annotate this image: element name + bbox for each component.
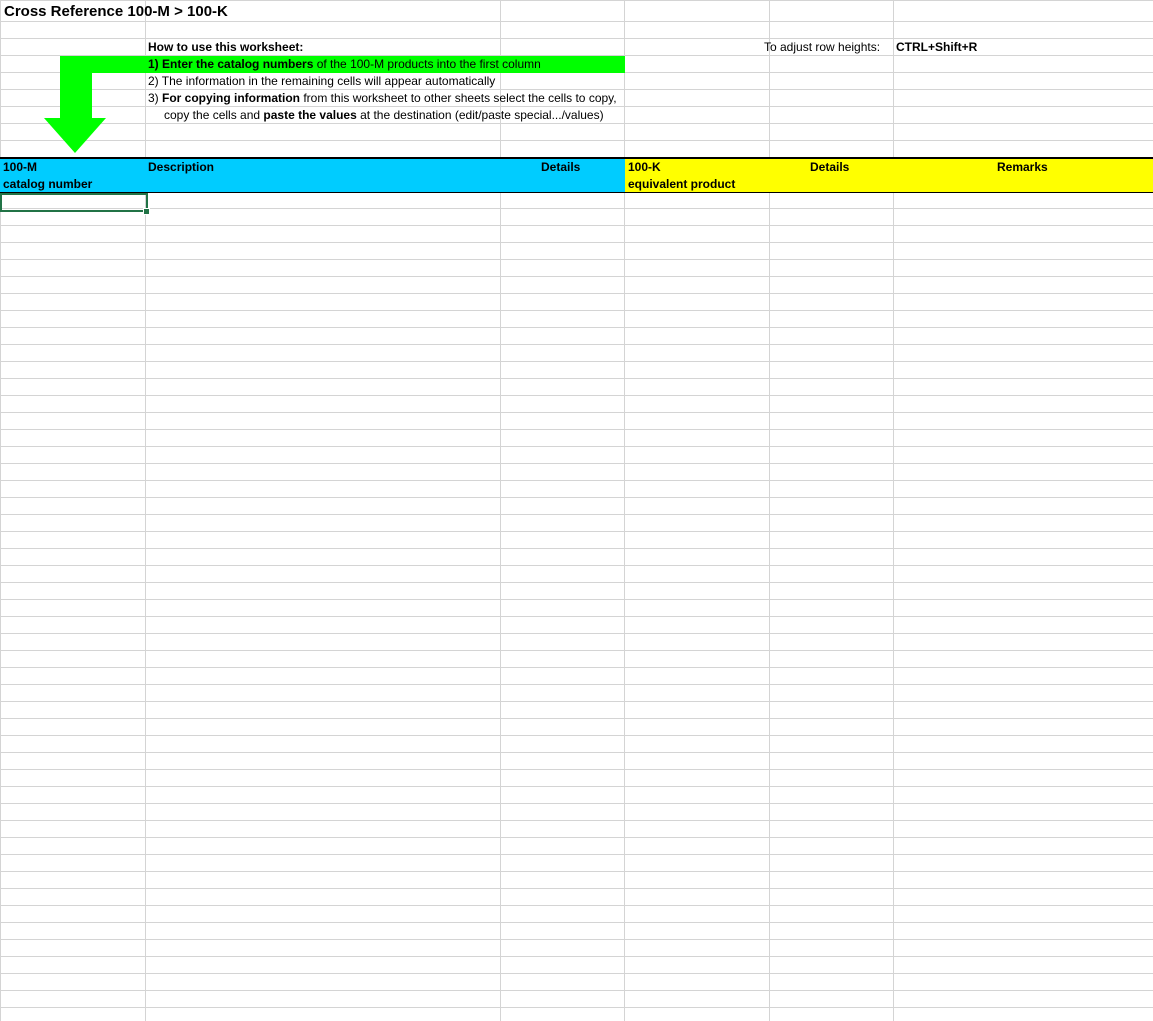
step3b-rest: at the destination (edit/paste special..… — [356, 108, 604, 122]
step3-rest: from this worksheet to other sheets sele… — [300, 91, 617, 105]
header-bottom-border — [0, 192, 1153, 193]
header-catalog-number: catalog number — [3, 177, 93, 191]
active-cell[interactable] — [0, 193, 148, 212]
instruction-step-2: 2) The information in the remaining cell… — [148, 74, 496, 88]
fill-handle[interactable] — [143, 208, 150, 215]
row-height-shortcut: CTRL+Shift+R — [896, 40, 978, 54]
step1-rest: of the 100-M products into the first col… — [313, 57, 541, 71]
step3-prefix: 3) — [148, 91, 163, 105]
instruction-step-3: 3) For copying information from this wor… — [148, 90, 617, 107]
header-remarks: Remarks — [997, 160, 1048, 174]
instructions-heading: How to use this worksheet: — [148, 40, 304, 54]
header-equivalent-product: equivalent product — [628, 177, 736, 191]
row-height-hint-label: To adjust row heights: — [764, 40, 881, 54]
step3b-prefix: copy the cells and — [164, 108, 264, 122]
step3b-bold: paste the values — [263, 108, 357, 122]
sheet-title: Cross Reference 100-M > 100-K — [4, 3, 228, 20]
header-details-100k: Details — [810, 160, 850, 174]
worksheet-grid[interactable] — [0, 0, 1153, 1021]
instruction-step-3b: copy the cells and paste the values at t… — [164, 107, 604, 124]
step3-bold: For copying information — [162, 91, 301, 105]
header-band-100m — [0, 158, 625, 192]
header-100k: 100-K — [628, 160, 661, 174]
instruction-step-1: 1) Enter the catalog numbers of the 100-… — [148, 56, 541, 73]
header-details-100m: Details — [541, 160, 581, 174]
arrow-down-icon — [44, 56, 147, 153]
step1-bold: 1) Enter the catalog numbers — [148, 57, 314, 71]
header-100m: 100-M — [3, 160, 38, 174]
header-description: Description — [148, 160, 215, 174]
